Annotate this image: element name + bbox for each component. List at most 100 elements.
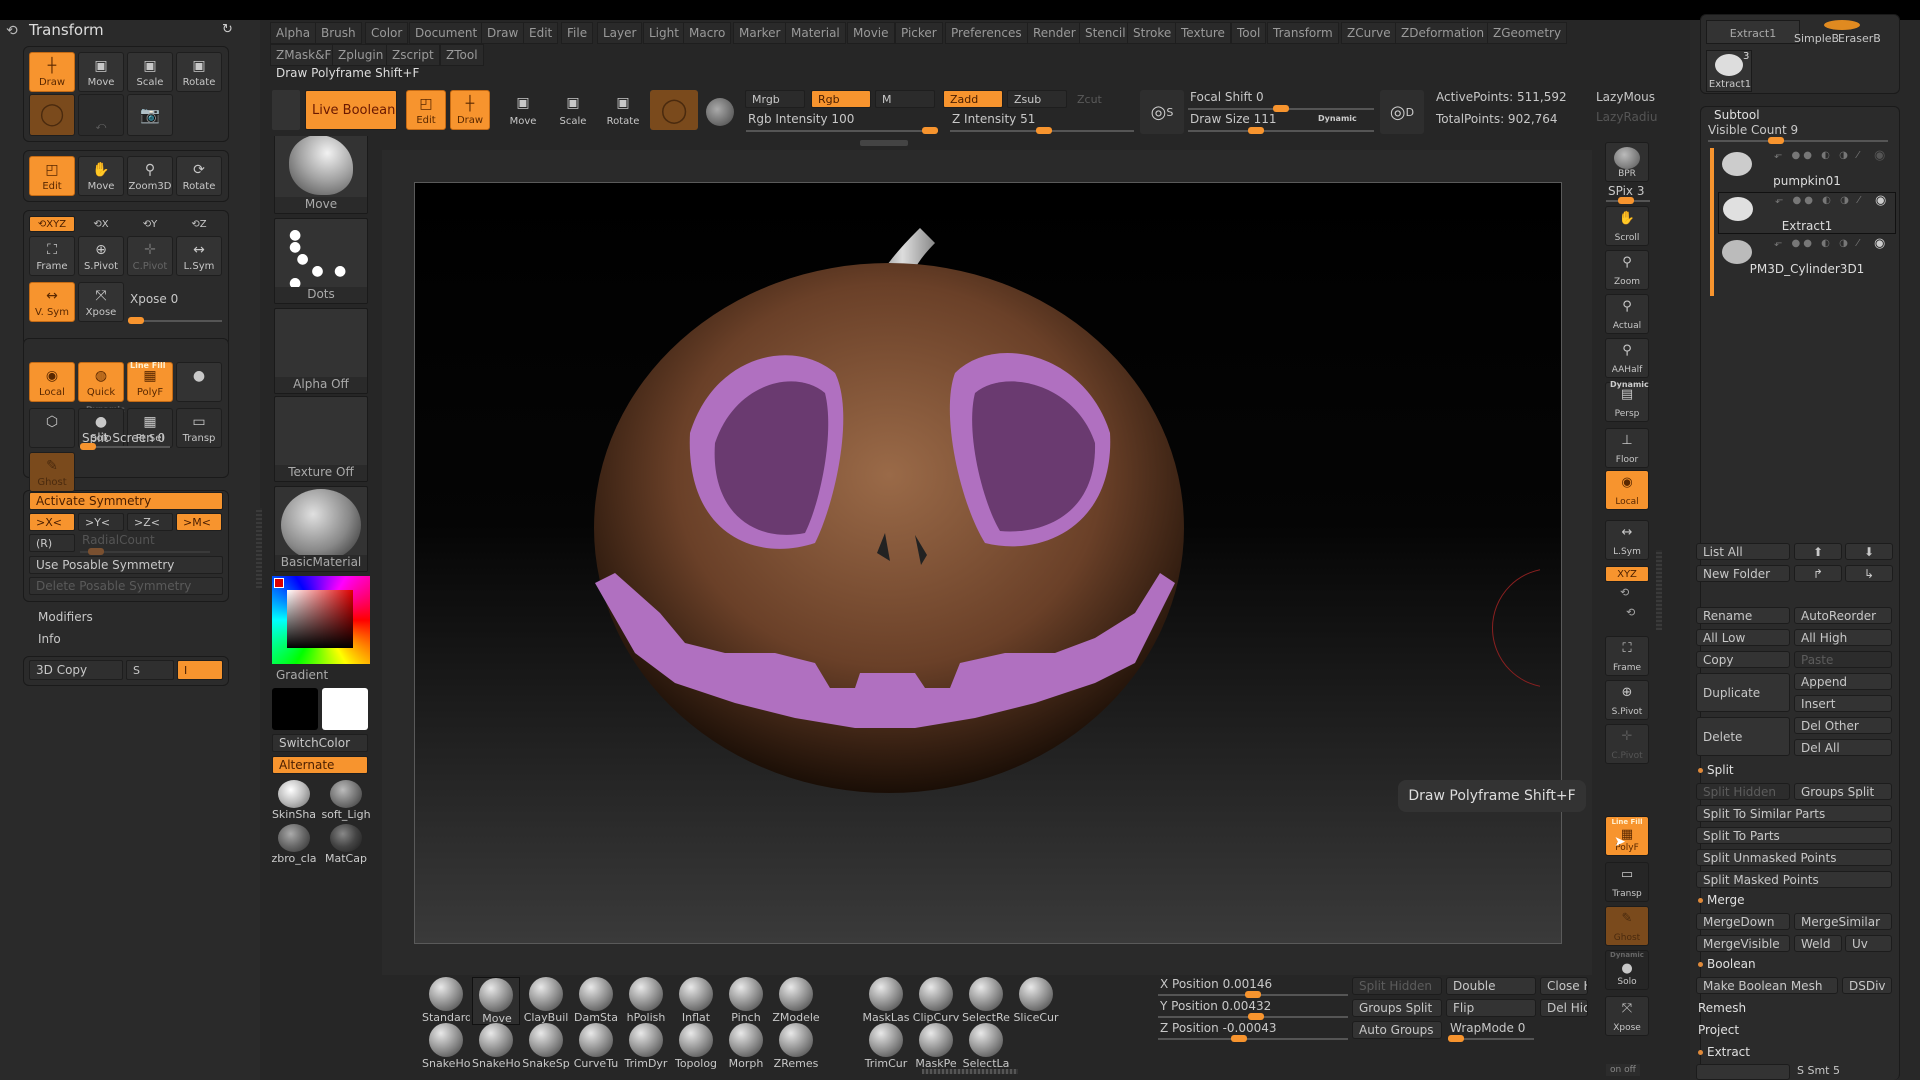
solo-strip-button[interactable]: Dynamic ● Solo xyxy=(1605,950,1649,990)
brush-damsta[interactable]: DamSta xyxy=(572,977,620,1025)
lsym-button[interactable]: ↔ L.Sym xyxy=(176,236,222,276)
radial-button[interactable]: (R) xyxy=(29,534,75,552)
transp-button[interactable]: ▭ Transp xyxy=(176,408,222,448)
subtool-scrollbar[interactable] xyxy=(1710,148,1714,296)
viewport-scroll-handle[interactable] xyxy=(860,140,908,146)
list-all-button[interactable]: List All xyxy=(1696,543,1790,560)
subtool-item[interactable]: ⬐ ●● ◐ ◑ ⁄ ◉ PM3D_Cylinder3D1 xyxy=(1718,236,1896,278)
brush-selector[interactable]: Move xyxy=(274,128,368,214)
rotate-z-icon[interactable]: ⟲ xyxy=(1626,606,1635,619)
menu-texture[interactable]: Texture xyxy=(1175,22,1231,44)
subtool-toggles[interactable]: ⬐ ●● ◐ ◑ ⁄ xyxy=(1775,195,1863,206)
tool-thumb-active[interactable]: 3 Extract1 xyxy=(1706,50,1752,92)
folder-out-icon[interactable]: ↳ xyxy=(1845,565,1893,582)
brush-inflat[interactable]: Inflat xyxy=(672,977,720,1025)
menu-marker[interactable]: Marker xyxy=(733,22,787,44)
secondary-color-swatch[interactable] xyxy=(272,688,318,730)
move-view-button[interactable]: ✋ Move xyxy=(78,156,124,196)
uv-button[interactable]: Uv xyxy=(1845,935,1892,952)
rotate-mode-button[interactable]: ▣ Rotate xyxy=(176,52,222,92)
rotate-axis-y[interactable]: ⟲ Y xyxy=(127,216,173,232)
project-section[interactable]: Project xyxy=(1698,1023,1739,1037)
scroll-button[interactable]: ✋ Scroll xyxy=(1605,206,1649,246)
use-posable-symmetry-button[interactable]: Use Posable Symmetry xyxy=(29,556,223,574)
modifiers-section[interactable]: Modifiers xyxy=(38,610,93,624)
sym-x-button[interactable]: >X< xyxy=(29,513,75,531)
split-to-parts-button[interactable]: Split To Parts xyxy=(1696,827,1892,844)
delete-posable-symmetry-button[interactable]: Delete Posable Symmetry xyxy=(29,577,223,595)
ghost-button[interactable]: ✎ Ghost xyxy=(29,452,75,492)
subtool-toggles[interactable]: ⬐ ●● ◐ ◑ ⁄ xyxy=(1774,238,1862,249)
delete-button[interactable]: Delete xyxy=(1696,717,1790,756)
primary-color-swatch[interactable] xyxy=(322,688,368,730)
subtool-toggles[interactable]: ⬐ ●● ◐ ◑ ⁄ xyxy=(1774,150,1862,161)
ghost-transparency-icon[interactable]: ◯ xyxy=(29,94,75,136)
menu-macro[interactable]: Macro xyxy=(683,22,732,44)
rotate-axis-z[interactable]: ⟲ Z xyxy=(176,216,222,232)
menu-zcurve[interactable]: ZCurve xyxy=(1341,22,1397,44)
brush-selectre[interactable]: SelectRe xyxy=(962,977,1010,1025)
brush-standard[interactable]: Standard xyxy=(422,977,470,1025)
mrgb-button[interactable]: Mrgb xyxy=(745,90,805,108)
merge-down-button[interactable]: MergeDown xyxy=(1696,913,1790,930)
edit-undo-icon[interactable]: ⤺ xyxy=(78,94,124,136)
color-square[interactable] xyxy=(287,590,353,648)
stroke-selector[interactable]: ● ● ● ● ● ● Dots xyxy=(274,218,368,304)
local-button[interactable]: ◉ Local xyxy=(29,362,75,402)
toolbar-draw-button[interactable]: ┼ Draw xyxy=(450,90,490,130)
activate-symmetry-button[interactable]: Activate Symmetry xyxy=(29,492,223,510)
tool-thumb-simpleb[interactable]: SimpleB xyxy=(1794,32,1839,45)
menu-stroke[interactable]: Stroke xyxy=(1127,22,1178,44)
dynamic-size-toggle[interactable]: Dynamic xyxy=(1318,114,1357,123)
wrap-mode-slider[interactable] xyxy=(1448,1035,1534,1042)
append-button[interactable]: Append xyxy=(1794,673,1892,690)
shelf-scroll[interactable] xyxy=(922,1069,1018,1074)
menu-zscript[interactable]: Zscript xyxy=(386,44,440,66)
quick-button[interactable]: ◍ Quick xyxy=(78,362,124,402)
groups-split-button[interactable]: Groups Split xyxy=(1352,999,1442,1017)
frame-strip-button[interactable]: ⛶ Frame xyxy=(1605,636,1649,676)
zadd-button[interactable]: Zadd xyxy=(943,90,1003,108)
color-picker[interactable] xyxy=(272,576,370,664)
spivot-button[interactable]: ⊕ S.Pivot xyxy=(78,236,124,276)
scale-mode-button[interactable]: ▣ Scale xyxy=(127,52,173,92)
subtool-title[interactable]: Subtool xyxy=(1714,108,1760,122)
sculptris-pro-d-button[interactable]: ◎ D xyxy=(1380,90,1424,134)
menu-preferences[interactable]: Preferences xyxy=(945,22,1028,44)
cube-button[interactable]: ⬡ xyxy=(29,408,75,448)
xpose-strip-button[interactable]: ⤧ Xpose xyxy=(1605,996,1649,1036)
menu-brush[interactable]: Brush xyxy=(315,22,362,44)
split-hidden-button[interactable]: Split Hidden xyxy=(1696,783,1790,800)
auto-reorder-button[interactable]: AutoReorder xyxy=(1794,607,1892,624)
brush-slicecur[interactable]: SliceCur xyxy=(1012,977,1060,1025)
cpivot-strip-button[interactable]: ✛ C.Pivot xyxy=(1605,724,1649,764)
brush-hpolish[interactable]: hPolish xyxy=(622,977,670,1025)
extract-section[interactable]: Extract xyxy=(1698,1045,1750,1059)
brush-zmodele[interactable]: ZModele xyxy=(772,977,820,1025)
live-boolean-button[interactable]: Live Boolean xyxy=(305,90,397,130)
toolbar-rotate-button[interactable]: ▣ Rotate xyxy=(600,90,646,130)
menu-movie[interactable]: Movie xyxy=(847,22,895,44)
brush-topolog[interactable]: Topolog xyxy=(672,1023,720,1071)
menu-file[interactable]: File xyxy=(561,22,594,44)
focal-shift-slider[interactable] xyxy=(1188,105,1374,112)
remesh-section[interactable]: Remesh xyxy=(1698,1001,1746,1015)
radial-count-slider[interactable] xyxy=(80,548,210,555)
close-holes-button[interactable]: Close H xyxy=(1540,977,1588,995)
sym-y-button[interactable]: >Y< xyxy=(78,513,124,531)
rotate-axis-xyz[interactable]: ⟲ XYZ xyxy=(29,216,75,232)
eye-icon[interactable]: ◉ xyxy=(1874,148,1885,163)
draw-size-slider[interactable] xyxy=(1188,127,1374,134)
frame-button[interactable]: ⛶ Frame xyxy=(29,236,75,276)
dsdiv-button[interactable]: DSDiv xyxy=(1842,977,1892,994)
del-other-button[interactable]: Del Other xyxy=(1794,717,1892,734)
brush-morph[interactable]: Morph xyxy=(722,1023,770,1071)
switch-color-button[interactable]: SwitchColor xyxy=(272,734,368,752)
z-position-slider[interactable] xyxy=(1158,1035,1348,1042)
merge-similar-button[interactable]: MergeSimilar xyxy=(1794,913,1892,930)
subtool-item[interactable]: ⬐ ●● ◐ ◑ ⁄ ◉ pumpkin01 xyxy=(1718,148,1896,190)
material-3[interactable]: MatCap xyxy=(320,824,372,866)
menu-draw[interactable]: Draw xyxy=(481,22,525,44)
ghost-mode-icon[interactable]: ◯ xyxy=(650,90,698,130)
visible-count-slider[interactable] xyxy=(1708,137,1888,144)
